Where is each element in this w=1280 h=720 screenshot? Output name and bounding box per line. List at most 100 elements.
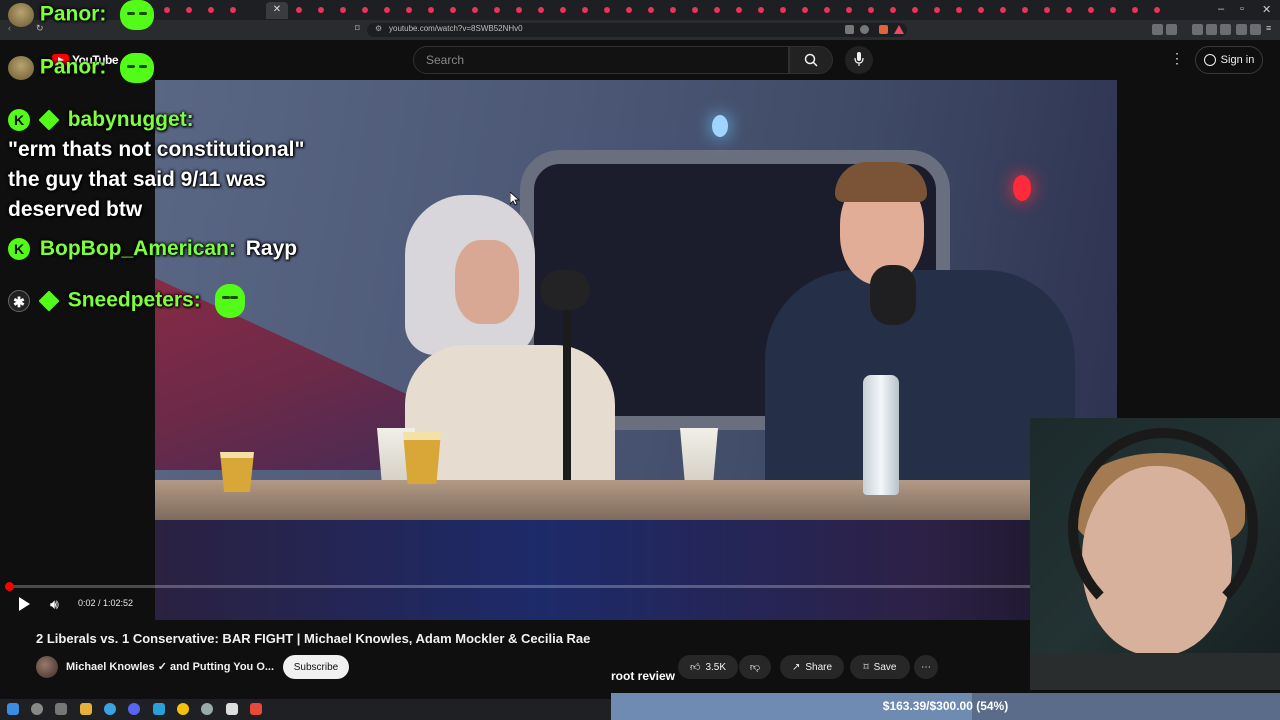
browser-tab-favicon-icon[interactable] (582, 7, 588, 13)
restore-icon[interactable]: ▫ (1240, 3, 1244, 15)
subscribe-button[interactable]: Subscribe (283, 655, 349, 679)
extension-icon[interactable] (1192, 24, 1203, 35)
video-person (765, 270, 1075, 485)
browser-tab-favicon-icon[interactable] (1154, 7, 1160, 13)
browser-tab-favicon-icon[interactable] (296, 7, 302, 13)
browser-tab-favicon-icon[interactable] (934, 7, 940, 13)
channel-avatar[interactable] (36, 656, 58, 678)
zoom-icon[interactable] (860, 25, 869, 34)
browser-tab-favicon-icon[interactable] (670, 7, 676, 13)
app-icon[interactable] (153, 703, 165, 715)
chat-username: Panor: (39, 55, 107, 79)
volume-icon[interactable]: 🔊︎ (50, 596, 59, 613)
browser-tab-favicon-icon[interactable] (868, 7, 874, 13)
browser-tab-favicon-icon[interactable] (802, 7, 808, 13)
brave-icon[interactable] (250, 703, 262, 715)
browser-tab-favicon-icon[interactable] (692, 7, 698, 13)
app-icon[interactable] (226, 703, 238, 715)
address-bar[interactable]: ⚙ youtube.com/watch?v=8SWB52NHv0 (367, 23, 907, 37)
settings-kebab-icon[interactable]: ⋮ (1170, 50, 1184, 67)
menu-icon[interactable]: ≡ (1266, 23, 1277, 34)
extension-icon[interactable] (1152, 24, 1163, 35)
browser-tab-favicon-icon[interactable] (780, 7, 786, 13)
voice-search-button[interactable] (845, 46, 873, 74)
app-icon[interactable] (104, 703, 116, 715)
browser-tab-favicon-icon[interactable] (736, 7, 742, 13)
minimize-icon[interactable]: – (1218, 3, 1224, 15)
share-icon: ↗ (791, 661, 801, 673)
user-avatar-icon (8, 3, 34, 27)
browser-tab-favicon-icon[interactable] (406, 7, 412, 13)
brave-shield-icon[interactable] (879, 25, 888, 34)
progress-bar[interactable] (8, 585, 1053, 588)
browser-tab-favicon-icon[interactable] (758, 7, 764, 13)
search-icon[interactable] (31, 703, 43, 715)
bookmark-icon[interactable]: ⌑ (355, 23, 366, 34)
browser-tab-favicon-icon[interactable] (428, 7, 434, 13)
cast-icon[interactable] (845, 25, 854, 34)
browser-tab-favicon-icon[interactable] (626, 7, 632, 13)
progress-scrubber[interactable] (5, 582, 14, 591)
extension-icon[interactable] (1166, 24, 1177, 35)
app-icon[interactable] (201, 703, 213, 715)
like-button[interactable]: 👍︎ 3.5K (678, 655, 738, 679)
browser-tab-favicon-icon[interactable] (538, 7, 544, 13)
play-icon[interactable] (19, 597, 30, 611)
browser-tab-favicon-icon[interactable] (846, 7, 852, 13)
browser-tab-favicon-icon[interactable] (978, 7, 984, 13)
browser-tab-favicon-icon[interactable] (560, 7, 566, 13)
site-info-icon[interactable]: ⚙ (375, 24, 382, 33)
browser-tab-favicon-icon[interactable] (1088, 7, 1094, 13)
search-input[interactable]: Search (413, 46, 789, 74)
close-window-icon[interactable]: ✕ (1262, 3, 1271, 16)
browser-toolbar: ‹ ↻ ⌑ ⚙ youtube.com/watch?v=8SWB52NHv0 ≡ (0, 20, 1280, 40)
browser-tab-favicon-icon[interactable] (230, 7, 236, 13)
browser-tab-favicon-icon[interactable] (164, 7, 170, 13)
share-button[interactable]: ↗ Share (780, 655, 844, 679)
browser-tab-favicon-icon[interactable] (648, 7, 654, 13)
browser-tab-favicon-icon[interactable] (472, 7, 478, 13)
browser-tab-favicon-icon[interactable] (450, 7, 456, 13)
browser-tab-favicon-icon[interactable] (956, 7, 962, 13)
chat-message: Panor: (8, 53, 155, 83)
profile-icon[interactable] (1250, 24, 1261, 35)
browser-tab-favicon-icon[interactable] (1132, 7, 1138, 13)
browser-tab-favicon-icon[interactable] (318, 7, 324, 13)
chat-text: deserved btw (8, 198, 143, 221)
save-button[interactable]: ⌑ Save (850, 655, 910, 679)
file-explorer-icon[interactable] (80, 703, 92, 715)
chrome-icon[interactable] (177, 703, 189, 715)
more-actions-button[interactable]: ⋯ (914, 655, 938, 679)
sign-in-button[interactable]: Sign in (1195, 46, 1263, 74)
channel-name[interactable]: Michael Knowles ✓ and Putting You O... (66, 660, 274, 673)
like-count: 3.5K (705, 661, 727, 673)
browser-tab-favicon-icon[interactable] (1022, 7, 1028, 13)
browser-tab-favicon-icon[interactable] (1066, 7, 1072, 13)
browser-tab-favicon-icon[interactable] (516, 7, 522, 13)
browser-tab-favicon-icon[interactable] (604, 7, 610, 13)
browser-tab-favicon-icon[interactable] (384, 7, 390, 13)
browser-tab-favicon-icon[interactable] (494, 7, 500, 13)
rewards-icon[interactable] (894, 25, 904, 34)
browser-tab-favicon-icon[interactable] (1110, 7, 1116, 13)
browser-tab-favicon-icon[interactable] (362, 7, 368, 13)
discord-icon[interactable] (128, 703, 140, 715)
browser-tab-favicon-icon[interactable] (186, 7, 192, 13)
sidebar-icon[interactable] (1206, 24, 1217, 35)
browser-tab-favicon-icon[interactable] (340, 7, 346, 13)
start-icon[interactable] (7, 703, 19, 715)
browser-tab-favicon-icon[interactable] (1044, 7, 1050, 13)
browser-tab-favicon-icon[interactable] (714, 7, 720, 13)
active-tab-close-icon[interactable]: ✕ (266, 2, 288, 19)
share-label: Share (805, 661, 833, 673)
wallet-icon[interactable] (1220, 24, 1231, 35)
browser-tab-favicon-icon[interactable] (912, 7, 918, 13)
browser-tab-favicon-icon[interactable] (1000, 7, 1006, 13)
vpn-icon[interactable] (1236, 24, 1247, 35)
dislike-button[interactable]: 👎︎ (739, 655, 771, 679)
browser-tab-favicon-icon[interactable] (824, 7, 830, 13)
browser-tab-favicon-icon[interactable] (208, 7, 214, 13)
browser-tab-favicon-icon[interactable] (890, 7, 896, 13)
task-view-icon[interactable] (55, 703, 67, 715)
search-button[interactable] (789, 46, 833, 74)
